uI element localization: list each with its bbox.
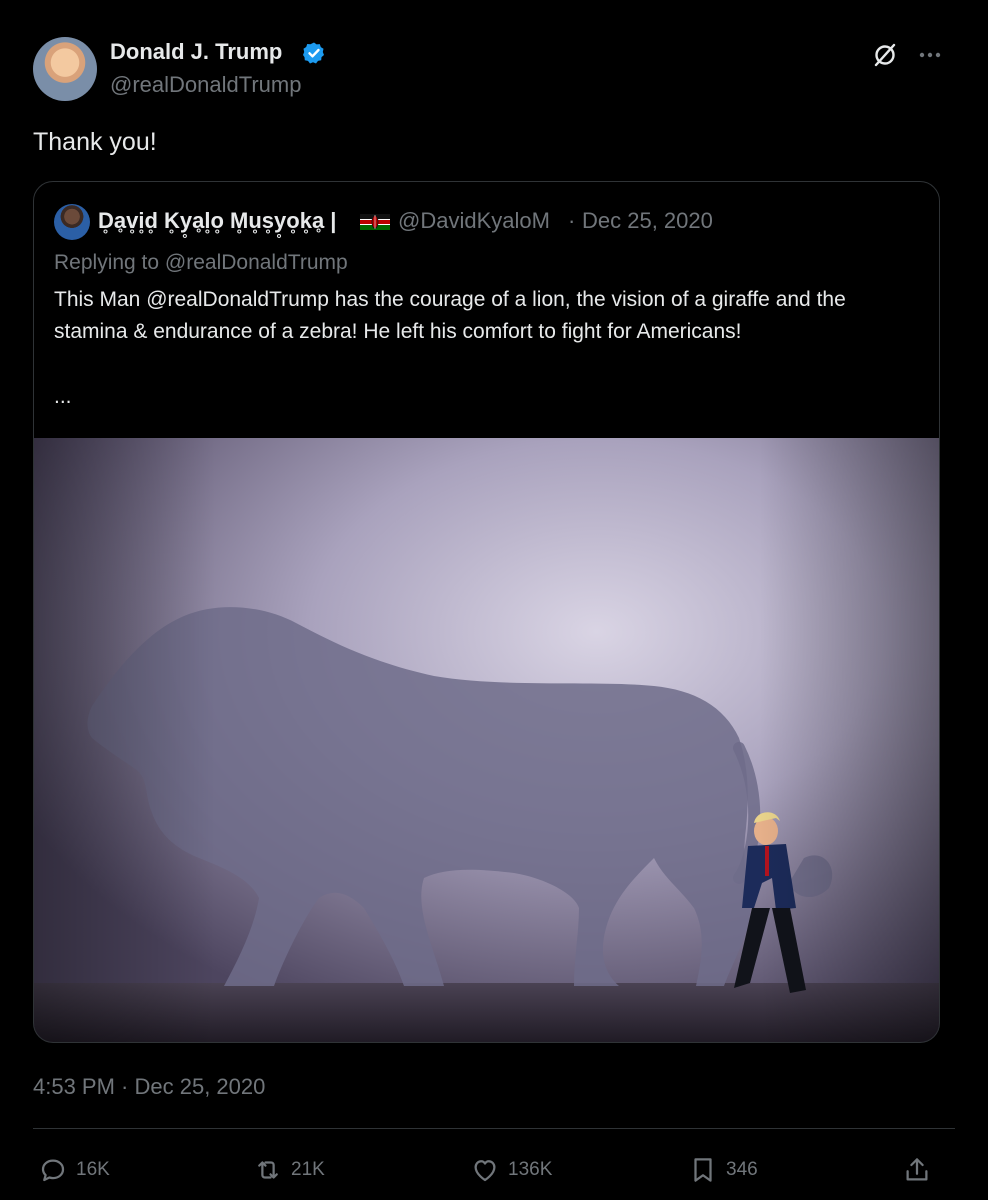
quoted-author-handle[interactable]: @DavidKyaloM xyxy=(398,206,550,236)
author-avatar[interactable] xyxy=(33,37,97,101)
grok-icon[interactable] xyxy=(870,40,900,70)
repost-count: 21K xyxy=(291,1159,325,1180)
timestamp-date: Dec 25, 2020 xyxy=(134,1074,266,1099)
bookmark-count: 346 xyxy=(726,1159,758,1180)
share-button[interactable] xyxy=(902,1153,940,1187)
tweet-text: Thank you! xyxy=(33,128,157,156)
like-button[interactable]: 136K xyxy=(470,1153,552,1187)
repost-icon xyxy=(258,1161,278,1179)
tweet-timestamp[interactable]: 4:53 PM · Dec 25, 2020 xyxy=(33,1070,265,1104)
author-display-name[interactable]: Donald J. Trump xyxy=(110,37,282,67)
quoted-tweet-image[interactable] xyxy=(34,438,940,1043)
heart-icon xyxy=(474,1160,496,1182)
actions-divider xyxy=(33,1128,955,1129)
more-icon[interactable] xyxy=(915,40,945,70)
like-count: 136K xyxy=(508,1159,553,1180)
quoted-author-display-name[interactable]: D̥ḁv̥i̥d̥ K̥y̥ḁl̥o̥ M̥u̥s̥y̥o̥k̥ḁ | xyxy=(98,206,336,236)
replying-to-text: Replying to @realDonaldTrump xyxy=(54,251,348,274)
bookmark-icon xyxy=(694,1158,712,1182)
verified-badge-icon xyxy=(303,42,324,64)
share-icon xyxy=(906,1158,928,1181)
quoted-tweet-ellipsis: ... xyxy=(54,385,72,408)
quoted-tweet-card[interactable]: D̥ḁv̥i̥d̥ K̥y̥ḁl̥o̥ M̥u̥s̥y̥o̥k̥ḁ | @Dav… xyxy=(33,181,940,1043)
reply-button[interactable]: 16K xyxy=(38,1153,110,1187)
kenya-flag-icon xyxy=(360,214,390,230)
quoted-date[interactable]: Dec 25, 2020 xyxy=(582,206,713,236)
timestamp-time: 4:53 PM xyxy=(33,1074,115,1099)
reply-icon xyxy=(41,1159,65,1182)
repost-button[interactable]: 21K xyxy=(253,1153,325,1187)
reply-count: 16K xyxy=(76,1159,110,1180)
quoted-author-avatar[interactable] xyxy=(54,204,90,240)
quoted-tweet-text: This Man @realDonaldTrump has the courag… xyxy=(54,288,846,343)
timestamp-separator: · xyxy=(114,1074,135,1099)
bookmark-button[interactable]: 346 xyxy=(688,1153,758,1187)
author-handle[interactable]: @realDonaldTrump xyxy=(110,70,301,100)
quoted-separator: · xyxy=(568,208,576,233)
